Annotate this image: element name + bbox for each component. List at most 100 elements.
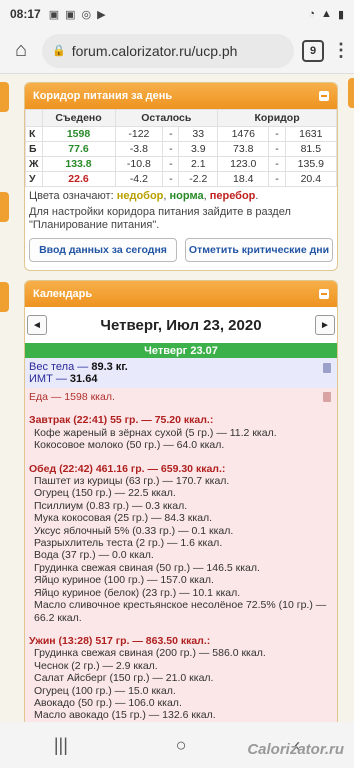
left-min: -10.8: [114, 156, 164, 172]
separator: -: [162, 171, 180, 187]
table-row: У 22.6 -4.2 - -2.2 18.4 - 20.4: [25, 171, 337, 187]
edit-icon[interactable]: [323, 392, 331, 402]
side-tab[interactable]: [0, 282, 9, 312]
corridor-max: 135.9: [284, 156, 337, 172]
corridor-min: 73.8: [217, 141, 270, 157]
home-icon[interactable]: ⌂: [8, 38, 34, 64]
separator: -: [162, 156, 180, 172]
corridor-table: Съедено Осталось Коридор К 1598 -122 - 3…: [25, 109, 337, 187]
list-item: Яйцо куриное (100 гр.) — 157.0 ккал.: [34, 574, 214, 587]
list-item: Уксус яблочный 5% (0.33 гр.) — 0.1 ккал.: [34, 524, 234, 537]
eaten-value: 77.6: [41, 141, 116, 157]
table-header: [25, 109, 43, 127]
list-item: Салат Айсберг (150 гр.) — 21.0 ккал.: [34, 672, 214, 685]
table-row: Ж 133.8 -10.8 - 2.1 123.0 - 135.9: [25, 156, 337, 172]
page-content: Коридор питания за день Съедено Осталось…: [0, 74, 354, 722]
image-icon: ▣: [48, 8, 60, 21]
corridor-max: 1631: [284, 126, 337, 142]
table-header: Коридор: [217, 109, 337, 127]
edit-icon[interactable]: [323, 363, 331, 373]
corridor-max: 81.5: [284, 141, 337, 157]
list-item: Кокосовое молоко (50 гр.) — 64.0 ккал.: [34, 439, 225, 452]
corridor-buttons: Ввод данных за сегодня Отметить критичес…: [25, 232, 337, 270]
table-row: К 1598 -122 - 33 1476 - 1631: [25, 126, 337, 142]
meals-list: Еда — 1598 ккал. Завтрак (22:41) 55 гр. …: [25, 388, 337, 722]
side-tab[interactable]: [348, 78, 354, 108]
body-stats: Вес тела — 89.3 кг. ИМТ — 31.64: [25, 358, 337, 388]
legend-over: перебор: [209, 190, 256, 202]
address-bar[interactable]: 🔒 forum.calorizator.ru/ucp.ph: [42, 33, 294, 68]
list-item: Огурец (150 гр.) — 22.5 ккал.: [34, 487, 176, 500]
list-item: Паштет из курицы (63 гр.) — 170.7 ккал.: [34, 475, 230, 488]
eaten-value: 1598: [41, 126, 116, 142]
bmi-value: 31.64: [69, 373, 98, 385]
url-text: forum.calorizator.ru/ucp.ph: [71, 42, 238, 59]
separator: -: [162, 141, 180, 157]
watermark: Calorizator.ru: [247, 741, 344, 758]
separator: -: [268, 156, 286, 172]
row-label: К: [25, 126, 43, 142]
notification-icons: ▣ ▣ ◎ ▶: [49, 8, 106, 21]
corridor-min: 1476: [217, 126, 270, 142]
calendar-panel: Календарь ◄ Четверг, Июл 23, 2020 ► Четв…: [24, 280, 338, 722]
collapse-icon[interactable]: [319, 289, 329, 299]
instagram-icon: ◎: [81, 8, 92, 21]
tab-switcher-button[interactable]: 9: [302, 39, 324, 62]
left-min: -122: [114, 126, 164, 142]
recent-apps-icon[interactable]: |||: [54, 735, 68, 756]
list-item: Чеснок (2 гр.) — 2.9 ккал.: [34, 659, 158, 672]
list-item: Грудинка свежая свиная (50 гр.) — 146.5 …: [34, 561, 260, 574]
wifi-icon: ◔: [308, 7, 316, 20]
list-item: Огурец (100 гр.) — 15.0 ккал.: [34, 684, 176, 697]
left-max: -2.2: [178, 171, 219, 187]
meal-header-lunch: Обед (22:42) 461.16 гр. — 659.30 ккал.:: [29, 462, 226, 475]
list-item: Кофе жареный в зёрнах сухой (5 гр.) — 11…: [34, 426, 277, 439]
side-tab[interactable]: [0, 192, 9, 222]
color-legend: Цвета означают: недобор, норма, перебор.: [29, 190, 259, 202]
corridor-panel-header: Коридор питания за день: [25, 83, 337, 109]
corridor-max: 20.4: [284, 171, 337, 187]
battery-icon: ▮: [337, 8, 344, 21]
food-total: Еда — 1598 ккал.: [29, 391, 115, 403]
eaten-value: 133.8: [41, 156, 116, 172]
legend-under: недобор: [116, 190, 164, 202]
enter-today-button[interactable]: Ввод данных за сегодня: [29, 238, 177, 262]
list-item: Яйцо куриное (белок) (23 гр.) — 10.1 кка…: [34, 586, 241, 599]
next-day-button[interactable]: ►: [314, 315, 335, 335]
image-icon: ▣: [65, 8, 76, 21]
prev-day-button[interactable]: ◄: [27, 315, 47, 335]
list-item: Авокадо (50 гр.) — 106.0 ккал.: [34, 696, 182, 709]
left-min: -4.2: [114, 171, 164, 187]
list-item: Масло авокадо (15 гр.) — 132.6 ккал.: [34, 709, 216, 722]
left-max: 2.1: [178, 156, 219, 172]
corridor-title: Коридор питания за день: [33, 90, 173, 102]
lock-icon: 🔒: [52, 45, 66, 57]
legend-norm: норма: [169, 190, 204, 202]
corridor-hint: Для настройки коридора питания зайдите в…: [29, 206, 291, 231]
row-label: Б: [25, 141, 43, 157]
day-header: Четверг 23.07: [25, 343, 337, 358]
collapse-icon[interactable]: [319, 91, 329, 101]
calendar-nav: ◄ Четверг, Июл 23, 2020 ►: [25, 307, 337, 343]
calendar-date: Четверг, Июл 23, 2020: [100, 316, 262, 334]
side-tab[interactable]: [0, 82, 9, 112]
youtube-icon: ▶: [97, 8, 106, 21]
home-circle-icon[interactable]: ○: [176, 735, 187, 756]
menu-icon[interactable]: ⋮: [332, 40, 350, 61]
separator: -: [162, 126, 180, 142]
table-header: Съедено: [41, 109, 116, 127]
calendar-panel-header: Календарь: [25, 281, 337, 307]
left-min: -3.8: [114, 141, 164, 157]
table-header: Осталось: [114, 109, 219, 127]
separator: -: [268, 141, 286, 157]
corridor-min: 123.0: [217, 156, 270, 172]
eaten-value: 22.6: [41, 171, 116, 187]
table-row: Б 77.6 -3.8 - 3.9 73.8 - 81.5: [25, 141, 337, 157]
list-item: Масло сливочное крестьянское несолёное 7…: [34, 599, 327, 624]
separator: -: [268, 171, 286, 187]
left-max: 33: [178, 126, 219, 142]
list-item: Грудинка свежая свиная (200 гр.) — 586.0…: [34, 647, 266, 660]
browser-toolbar: ⌂ 🔒 forum.calorizator.ru/ucp.ph 9 ⋮: [0, 28, 354, 74]
mark-critical-days-button[interactable]: Отметить критические дни: [185, 238, 333, 262]
row-label: У: [25, 171, 43, 187]
